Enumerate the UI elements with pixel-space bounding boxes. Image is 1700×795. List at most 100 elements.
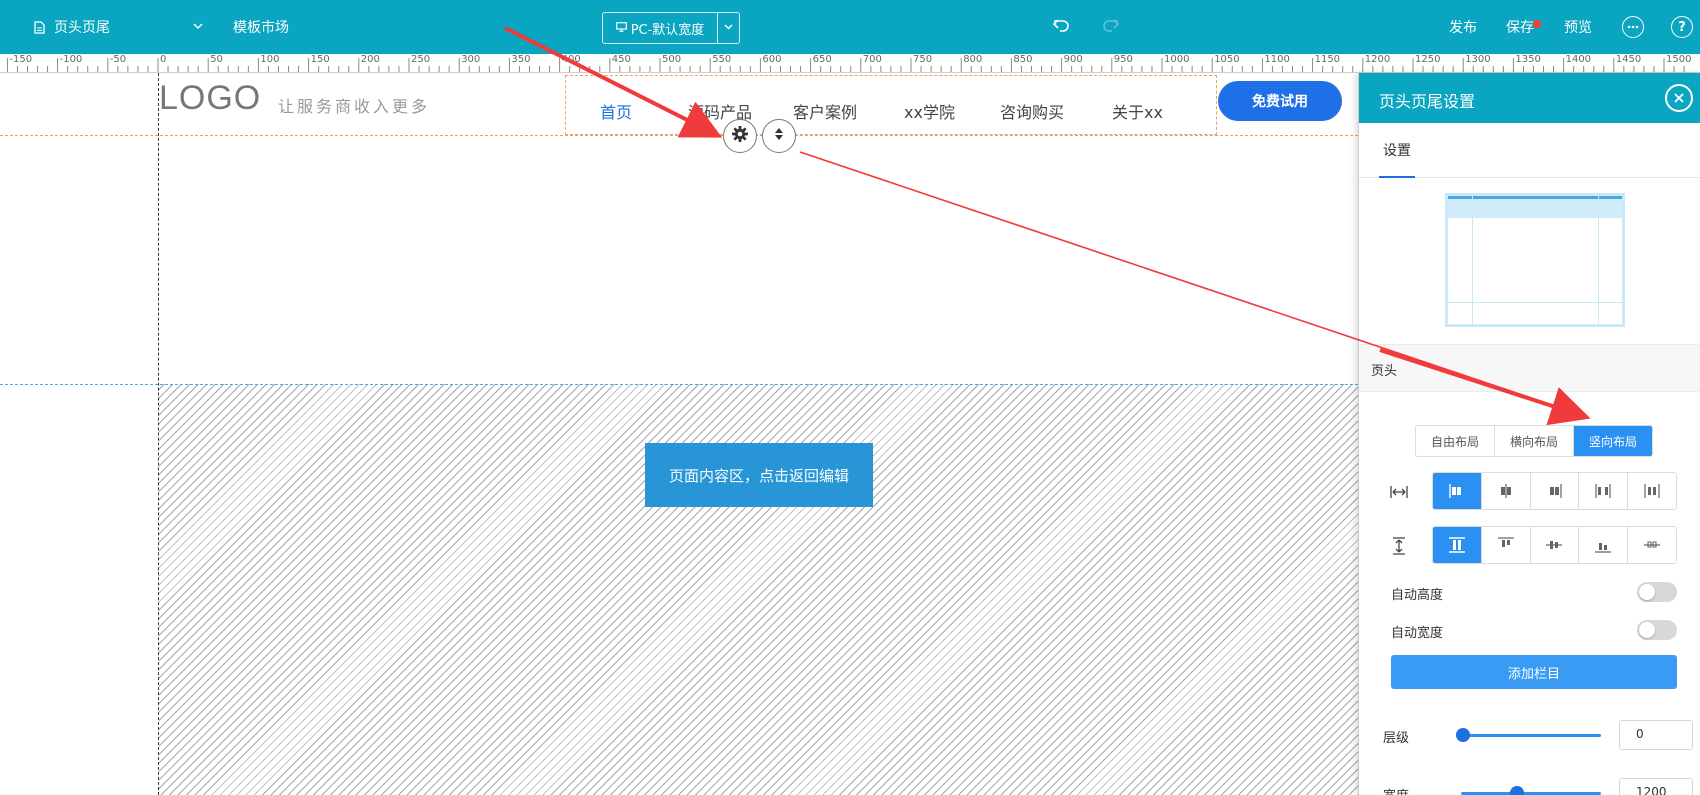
nav-item-cases[interactable]: 客户案例	[793, 99, 857, 123]
ruler-label: 300	[461, 54, 481, 65]
align-baseline-icon	[1644, 541, 1661, 548]
document-icon	[34, 20, 48, 34]
monitor-icon	[615, 21, 631, 36]
left-guide-line	[158, 73, 159, 795]
ruler-label: 1450	[1615, 54, 1642, 65]
auto-height-toggle[interactable]	[1637, 582, 1677, 602]
nav-item-purchase[interactable]: 咨询购买	[1000, 99, 1064, 123]
ruler-label: 500	[662, 54, 682, 65]
level-label: 层级	[1383, 731, 1410, 746]
vertical-align-group	[1432, 526, 1677, 564]
ruler-label: 1300	[1465, 54, 1491, 65]
nav-menu[interactable]: 首页 源码产品 客户案例 xx学院 咨询购买 关于xx	[565, 75, 1217, 135]
ruler-label: 400	[561, 54, 581, 65]
footer-boundary-line	[0, 384, 1358, 385]
panel-header: 页头页尾设置	[1359, 73, 1700, 123]
ruler-label: 0	[160, 54, 167, 65]
ruler-label: 800	[963, 54, 983, 65]
align-right-icon	[1550, 484, 1563, 498]
chevron-down-icon	[192, 20, 204, 36]
undo-button[interactable]	[1052, 0, 1070, 54]
ruler-label: 450	[611, 54, 631, 65]
header-footer-settings-panel: 页头页尾设置 设置 页头 自由布局 横向布局 竖向布局 自动高度 自动宽度 添加…	[1358, 73, 1700, 795]
auto-width-toggle[interactable]	[1637, 620, 1677, 640]
layout-mode-selector: 自由布局 横向布局 竖向布局	[1415, 425, 1653, 457]
align-bottom-button[interactable]	[1579, 527, 1629, 563]
auto-width-row: 自动宽度	[1391, 618, 1677, 642]
logo-text[interactable]: LOGO	[159, 79, 261, 118]
ruler-label: -50	[109, 54, 127, 65]
ruler-label: 150	[310, 54, 330, 65]
level-slider-handle[interactable]	[1456, 728, 1470, 742]
ruler-label: 1250	[1415, 54, 1441, 65]
ruler-label: 600	[762, 54, 782, 65]
back-to-content-button[interactable]: 页面内容区，点击返回编辑	[645, 443, 873, 507]
nav-item-academy[interactable]: xx学院	[904, 99, 955, 123]
add-column-button[interactable]: 添加栏目	[1391, 655, 1677, 689]
ruler-label: 1100	[1264, 54, 1290, 65]
layout-preview-thumbnail	[1445, 193, 1625, 327]
ruler-label: 1350	[1515, 54, 1541, 65]
publish-button[interactable]: 发布	[1449, 0, 1477, 54]
header-settings-button[interactable]	[723, 119, 757, 153]
level-input[interactable]: 0	[1619, 720, 1693, 750]
undo-icon	[1052, 17, 1070, 37]
auto-width-label: 自动宽度	[1391, 626, 1444, 641]
align-left-button[interactable]	[1433, 473, 1482, 509]
page-selector-label: 页头页尾	[54, 20, 110, 36]
horizontal-ruler[interactable]: -150 -100 -50 0 50 100 150 200 250 300 350 400 450 50…	[0, 54, 1700, 73]
align-middle-button[interactable]	[1531, 527, 1580, 563]
device-label: PC-默认宽度	[630, 22, 705, 38]
nav-item-about[interactable]: 关于xx	[1112, 99, 1163, 123]
help-icon: ?	[1671, 16, 1693, 38]
more-button[interactable]	[1622, 0, 1644, 54]
preview-button[interactable]: 预览	[1564, 0, 1592, 54]
align-middle-icon	[1546, 541, 1563, 549]
vertical-spacing-icon	[1389, 536, 1409, 556]
free-trial-button[interactable]: 免费试用	[1218, 81, 1342, 121]
redo-button[interactable]	[1102, 0, 1120, 54]
align-baseline-button[interactable]	[1628, 527, 1676, 563]
slogan-text[interactable]: 让服务商收入更多	[278, 93, 430, 117]
level-row: 层级 0	[1383, 720, 1699, 750]
ruler-label: 50	[210, 54, 223, 65]
layout-free-button[interactable]: 自由布局	[1416, 426, 1495, 456]
align-center-button[interactable]	[1482, 473, 1531, 509]
space-between-button[interactable]	[1579, 473, 1629, 509]
ruler-label: -150	[9, 54, 33, 65]
layout-horizontal-button[interactable]: 横向布局	[1495, 426, 1574, 456]
width-input[interactable]: 1200	[1619, 778, 1693, 795]
width-label: 宽度	[1383, 785, 1409, 795]
save-button[interactable]: 保存	[1506, 0, 1541, 54]
ruler-label: 850	[1013, 54, 1033, 65]
ruler-label: 1400	[1565, 54, 1592, 65]
align-right-button[interactable]	[1531, 473, 1580, 509]
device-selector[interactable]: PC-默认宽度	[602, 12, 740, 44]
ruler-label: 250	[411, 54, 431, 65]
nav-item-home[interactable]: 首页	[600, 99, 632, 123]
level-slider-track[interactable]	[1461, 734, 1601, 737]
section-header-collapse[interactable]: 页头	[1359, 344, 1700, 392]
header-resize-button[interactable]	[762, 119, 796, 153]
space-around-button[interactable]	[1628, 473, 1676, 509]
width-slider-handle[interactable]	[1510, 786, 1524, 795]
editor-app: 页头页尾 模板市场 PC-默认宽度 发布 保存 预览 ? -150 -100 -…	[0, 0, 1700, 795]
align-center-icon	[1500, 484, 1511, 498]
device-dropdown-button[interactable]	[717, 13, 739, 43]
tab-settings[interactable]: 设置	[1379, 123, 1415, 178]
layout-vertical-button[interactable]: 竖向布局	[1574, 426, 1652, 456]
design-canvas[interactable]: LOGO 让服务商收入更多 首页 源码产品 客户案例 xx学院 咨询购买 关于x…	[0, 73, 1358, 795]
horizontal-align-group	[1432, 472, 1677, 510]
close-panel-button[interactable]	[1665, 84, 1693, 112]
ruler-label: 550	[712, 54, 732, 65]
more-icon	[1622, 16, 1644, 38]
help-button[interactable]: ?	[1671, 0, 1693, 54]
align-stretch-button[interactable]	[1433, 527, 1482, 563]
ruler-label: -100	[59, 54, 83, 65]
page-selector[interactable]: 页头页尾	[34, 0, 204, 54]
align-top-button[interactable]	[1482, 527, 1531, 563]
template-market-link[interactable]: 模板市场	[233, 0, 289, 54]
sort-arrows-icon	[773, 127, 785, 145]
space-around-icon	[1644, 484, 1660, 498]
close-icon	[1674, 93, 1684, 103]
